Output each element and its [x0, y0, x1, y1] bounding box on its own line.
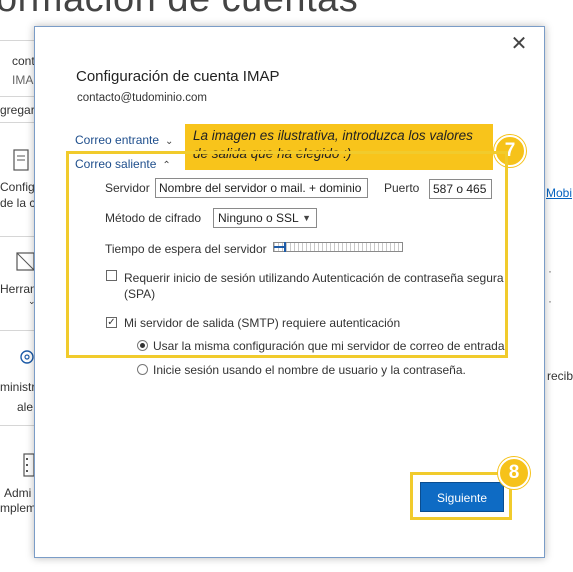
account-name-partial: cont [12, 54, 35, 68]
page-title: ormación de cuentas [0, 0, 358, 21]
bullet-text: · [548, 294, 552, 308]
add-account-partial[interactable]: gregar [0, 103, 35, 117]
admin-partial-2[interactable]: ale [17, 400, 33, 414]
port-input[interactable]: 587 o 465 [429, 179, 492, 199]
server-label: Servidor [105, 181, 150, 195]
divider [0, 236, 34, 237]
received-partial: recib [547, 369, 573, 383]
divider [0, 40, 34, 41]
account-email: contacto@tudominio.com [77, 92, 207, 104]
radio-login[interactable] [137, 364, 148, 375]
chevron-down-icon: ⌄ [165, 136, 174, 147]
step-badge-8: 8 [498, 457, 530, 489]
radio-same-settings[interactable] [137, 340, 148, 351]
chevron-up-icon: ⌃ [162, 160, 171, 171]
addins-partial[interactable]: Admi [4, 486, 31, 500]
incoming-mail-toggle[interactable]: Correo entrante ⌄ [75, 133, 173, 147]
tools-icon [16, 252, 35, 271]
close-icon[interactable]: ✕ [508, 33, 530, 55]
spa-label: Requerir inicio de sesión utilizando Aut… [124, 271, 504, 301]
encryption-label: Método de cifrado [105, 211, 202, 225]
slider-thumb[interactable] [284, 242, 286, 252]
divider [0, 122, 34, 123]
radio-same-settings-label: Usar la misma configuración que mi servi… [153, 339, 505, 353]
bullet-text: · [548, 264, 552, 278]
outgoing-mail-toggle[interactable]: Correo saliente ⌃ [75, 157, 171, 171]
spa-checkbox[interactable] [106, 270, 117, 281]
imap-settings-dialog: ✕ Configuración de cuenta IMAP contacto@… [34, 26, 545, 558]
mobile-link-partial[interactable]: Mobi [546, 186, 572, 200]
encryption-value: Ninguno o SSL [218, 211, 299, 225]
divider [0, 425, 34, 426]
account-settings-icon [13, 149, 29, 171]
incoming-mail-label: Correo entrante [75, 133, 160, 147]
server-input[interactable]: Nombre del servidor o mail. + dominio [155, 178, 368, 198]
outgoing-mail-label: Correo saliente [75, 157, 157, 171]
account-settings-partial[interactable]: Config [0, 180, 35, 194]
encryption-select[interactable]: Ninguno o SSL ▼ [213, 208, 317, 228]
radio-login-label: Inicie sesión usando el nombre de usuari… [153, 363, 466, 377]
timeout-label: Tiempo de espera del servidor [105, 242, 267, 256]
divider [0, 330, 34, 331]
smtp-auth-checkbox[interactable]: ✓ [106, 317, 117, 328]
smtp-auth-label: Mi servidor de salida (SMTP) requiere au… [124, 316, 401, 330]
dropdown-arrow-icon: ▼ [302, 213, 311, 223]
timeout-slider[interactable] [273, 242, 403, 252]
admin-partial[interactable]: ministr [0, 380, 35, 394]
port-label: Puerto [384, 181, 420, 195]
divider [0, 96, 34, 97]
dialog-title: Configuración de cuenta IMAP [76, 68, 280, 85]
next-button[interactable]: Siguiente [420, 482, 504, 512]
